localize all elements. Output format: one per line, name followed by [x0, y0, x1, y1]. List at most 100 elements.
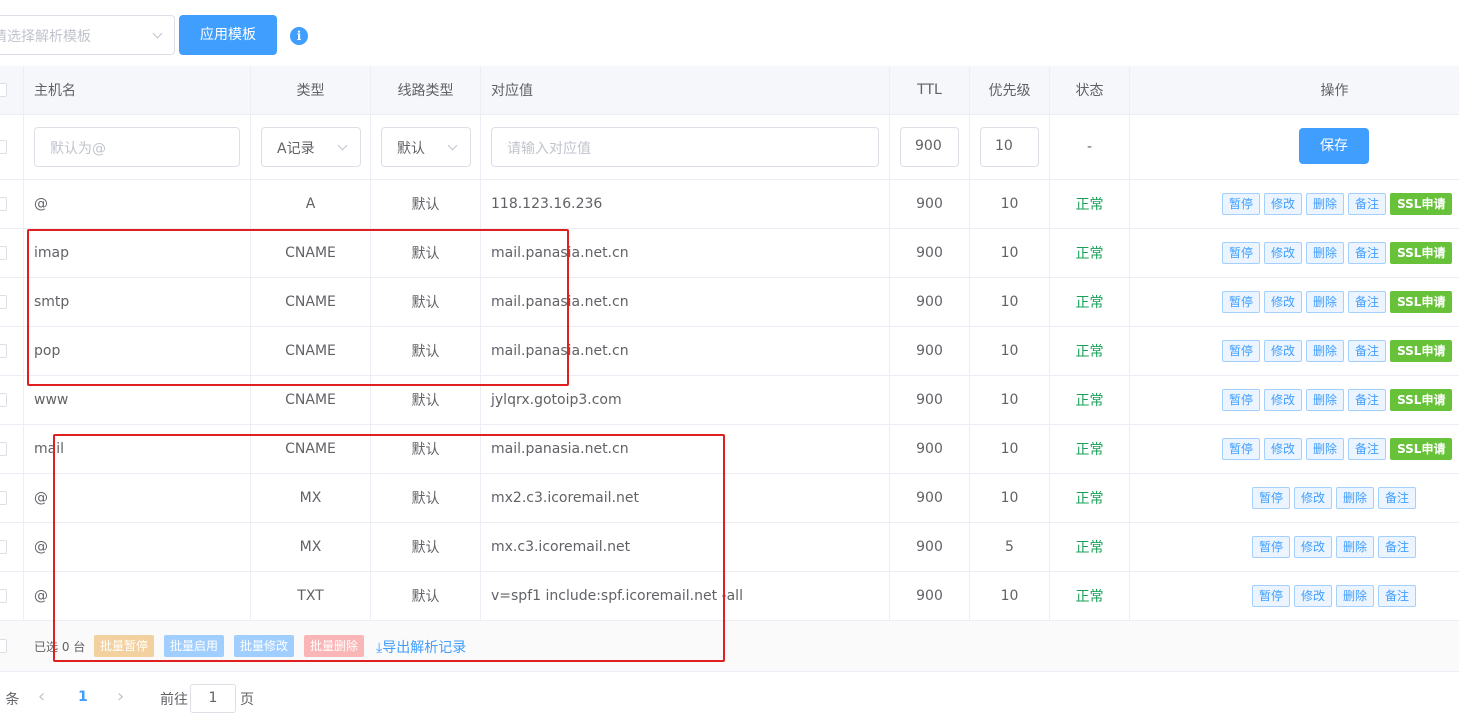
edit-select-cell [0, 115, 24, 179]
note-button[interactable]: 备注 [1348, 242, 1387, 264]
row-checkbox[interactable] [0, 140, 7, 154]
batch-enable-button[interactable]: 批量启用 [164, 635, 225, 657]
prev-page-icon[interactable]: ‹ [38, 686, 45, 707]
edit-button[interactable]: 修改 [1264, 438, 1303, 460]
row-checkbox[interactable] [0, 246, 7, 260]
note-button[interactable]: 备注 [1378, 487, 1417, 509]
note-button[interactable]: 备注 [1348, 340, 1387, 362]
delete-button[interactable]: 删除 [1306, 291, 1345, 313]
ssl-apply-button[interactable]: SSL申请 [1390, 193, 1453, 215]
pause-button[interactable]: 暂停 [1222, 193, 1261, 215]
line-select[interactable]: 默认 [381, 127, 471, 167]
delete-button[interactable]: 删除 [1306, 438, 1345, 460]
row-checkbox[interactable] [0, 442, 7, 456]
edit-button[interactable]: 修改 [1264, 291, 1303, 313]
edit-button[interactable]: 修改 [1264, 340, 1303, 362]
row-checkbox[interactable] [0, 589, 7, 603]
edit-button[interactable]: 修改 [1264, 193, 1303, 215]
info-icon[interactable]: i [290, 27, 308, 45]
ssl-apply-button[interactable]: SSL申请 [1390, 291, 1453, 313]
value-input[interactable]: 请输入对应值 [491, 127, 879, 167]
pause-button[interactable]: 暂停 [1222, 242, 1261, 264]
cell-type: MX [251, 474, 371, 522]
cell-ttl: 900 [890, 180, 970, 228]
table-row: @ MX 默认 mx2.c3.icoremail.net 900 10 正常 暂停 修改 删除 备注 [0, 474, 1459, 523]
edit-button[interactable]: 修改 [1264, 389, 1303, 411]
delete-button[interactable]: 删除 [1336, 536, 1375, 558]
row-checkbox[interactable] [0, 491, 7, 505]
select-all-checkbox[interactable] [0, 83, 7, 97]
row-select-cell [0, 523, 24, 571]
batch-pause-button[interactable]: 批量暂停 [94, 635, 155, 657]
note-button[interactable]: 备注 [1378, 585, 1417, 607]
edit-button[interactable]: 修改 [1294, 536, 1333, 558]
row-actions: 暂停 修改 删除 备注 [1252, 523, 1420, 571]
row-select-cell [0, 376, 24, 424]
next-page-icon[interactable]: › [117, 686, 124, 707]
pause-button[interactable]: 暂停 [1222, 389, 1261, 411]
cell-priority: 10 [970, 425, 1050, 473]
goto-page-input[interactable]: 1 [190, 684, 236, 713]
pause-button[interactable]: 暂停 [1252, 585, 1291, 607]
cell-value: jylqrx.gotoip3.com [481, 376, 890, 424]
ssl-apply-button[interactable]: SSL申请 [1390, 438, 1453, 460]
batch-delete-button[interactable]: 批量删除 [304, 635, 365, 657]
note-button[interactable]: 备注 [1348, 438, 1387, 460]
export-records-link[interactable]: ⤓导出解析记录 [376, 637, 466, 657]
chevron-down-icon [447, 140, 458, 151]
row-checkbox[interactable] [0, 295, 7, 309]
row-checkbox[interactable] [0, 197, 7, 211]
edit-button[interactable]: 修改 [1294, 487, 1333, 509]
ssl-apply-button[interactable]: SSL申请 [1390, 389, 1453, 411]
row-actions: 暂停 修改 删除 备注 SSL申请 [1222, 229, 1453, 277]
edit-button[interactable]: 修改 [1264, 242, 1303, 264]
ttl-input-value: 900 [915, 138, 942, 154]
header-select-cell [0, 66, 24, 114]
ttl-input[interactable]: 900 [900, 127, 959, 167]
delete-button[interactable]: 删除 [1336, 487, 1375, 509]
host-input[interactable]: 默认为@ [34, 127, 240, 167]
cell-host: @ [24, 572, 251, 620]
cell-ttl: 900 [890, 572, 970, 620]
cell-value: mx.c3.icoremail.net [481, 523, 890, 571]
edit-button[interactable]: 修改 [1294, 585, 1333, 607]
priority-input[interactable]: 10 [980, 127, 1039, 167]
delete-button[interactable]: 删除 [1336, 585, 1375, 607]
cell-ttl: 900 [890, 327, 970, 375]
pause-button[interactable]: 暂停 [1252, 487, 1291, 509]
row-checkbox[interactable] [0, 393, 7, 407]
type-select[interactable]: A记录 [261, 127, 361, 167]
cell-value: 118.123.16.236 [481, 180, 890, 228]
cell-host: @ [24, 180, 251, 228]
cell-line: 默认 [371, 229, 481, 277]
apply-template-button[interactable]: 应用模板 [179, 15, 277, 55]
cell-status: 正常 [1050, 425, 1130, 473]
note-button[interactable]: 备注 [1348, 389, 1387, 411]
template-select[interactable]: 请选择解析模板 [0, 15, 175, 55]
cell-priority: 10 [970, 180, 1050, 228]
pause-button[interactable]: 暂停 [1222, 340, 1261, 362]
note-button[interactable]: 备注 [1348, 291, 1387, 313]
note-button[interactable]: 备注 [1348, 193, 1387, 215]
priority-input-value: 10 [995, 138, 1013, 154]
ssl-apply-button[interactable]: SSL申请 [1390, 242, 1453, 264]
pause-button[interactable]: 暂停 [1222, 291, 1261, 313]
save-button[interactable]: 保存 [1299, 128, 1369, 164]
delete-button[interactable]: 删除 [1306, 242, 1345, 264]
delete-button[interactable]: 删除 [1306, 193, 1345, 215]
batch-edit-button[interactable]: 批量修改 [234, 635, 295, 657]
cell-line: 默认 [371, 278, 481, 326]
row-checkbox[interactable] [0, 344, 7, 358]
ssl-apply-button[interactable]: SSL申请 [1390, 340, 1453, 362]
delete-button[interactable]: 删除 [1306, 340, 1345, 362]
pause-button[interactable]: 暂停 [1252, 536, 1291, 558]
cell-status: 正常 [1050, 474, 1130, 522]
pause-button[interactable]: 暂停 [1222, 438, 1261, 460]
note-button[interactable]: 备注 [1378, 536, 1417, 558]
value-input-placeholder: 请输入对应值 [507, 141, 591, 157]
delete-button[interactable]: 删除 [1306, 389, 1345, 411]
page-number-current[interactable]: 1 [78, 689, 88, 705]
row-checkbox[interactable] [0, 540, 7, 554]
cell-line: 默认 [371, 474, 481, 522]
footer-select-checkbox[interactable] [0, 639, 7, 653]
